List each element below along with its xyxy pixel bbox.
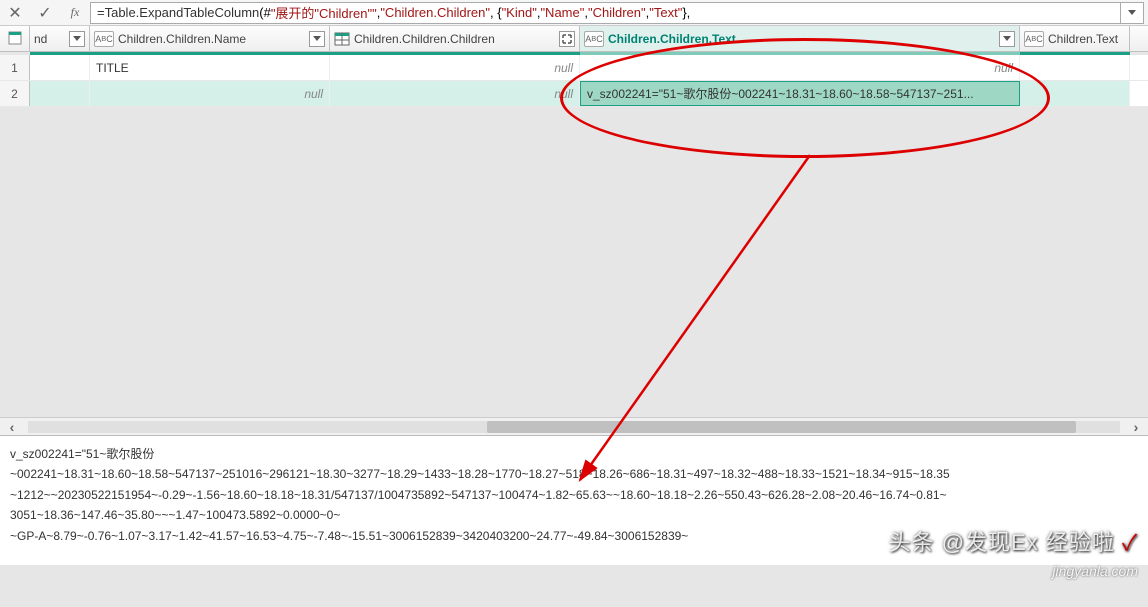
cell[interactable] xyxy=(1020,55,1130,80)
column-header-text[interactable]: ABC Children.Text xyxy=(1020,26,1130,51)
formula-cancel[interactable]: ✕ xyxy=(0,3,30,23)
scroll-track[interactable] xyxy=(28,421,1120,433)
cell[interactable]: TITLE xyxy=(90,55,330,80)
cell[interactable]: null xyxy=(330,81,580,106)
column-header-children-children[interactable]: Children.Children.Children xyxy=(330,26,580,51)
cell[interactable]: null xyxy=(90,81,330,106)
preview-line: ~002241~18.31~18.60~18.58~547137~251016~… xyxy=(10,464,1138,484)
preview-line: ~1212~~20230522151954~-0.29~-1.56~18.60~… xyxy=(10,485,1138,505)
row-number[interactable]: 1 xyxy=(0,55,30,80)
column-expand-button[interactable] xyxy=(559,31,575,47)
scroll-right-arrow[interactable]: › xyxy=(1128,419,1144,435)
chevron-down-icon xyxy=(73,36,81,41)
grid-header-row: nd ABC Children.Children.Name Children.C… xyxy=(0,26,1148,52)
column-filter-dropdown[interactable] xyxy=(999,31,1015,47)
cell[interactable] xyxy=(30,81,90,106)
cell[interactable]: null xyxy=(330,55,580,80)
fx-label: fx xyxy=(60,5,90,20)
chevron-down-icon xyxy=(1128,10,1136,15)
column-header-children-name[interactable]: ABC Children.Children.Name xyxy=(90,26,330,51)
preview-line: v_sz002241="51~歌尔股份 xyxy=(10,444,1138,464)
data-grid: nd ABC Children.Children.Name Children.C… xyxy=(0,26,1148,435)
grid-empty-area xyxy=(0,107,1148,417)
column-filter-dropdown[interactable] xyxy=(69,31,85,47)
column-filter-dropdown[interactable] xyxy=(309,31,325,47)
scroll-thumb[interactable] xyxy=(487,421,1077,433)
watermark: 头条 @发现Ex 经验啦 ✓ xyxy=(889,525,1138,557)
table-type-icon xyxy=(334,31,350,47)
formula-dropdown[interactable] xyxy=(1120,2,1144,24)
column-header-nd[interactable]: nd xyxy=(30,26,90,51)
table-row[interactable]: 1 TITLE null null xyxy=(0,55,1148,81)
column-header-children-text[interactable]: ABC Children.Children.Text xyxy=(580,26,1020,51)
check-icon: ✓ xyxy=(1122,530,1138,555)
watermark-sub: jingyanla.com xyxy=(1052,563,1138,579)
grid-corner[interactable] xyxy=(0,26,30,51)
chevron-down-icon xyxy=(1003,36,1011,41)
scroll-left-arrow[interactable]: ‹ xyxy=(4,419,20,435)
preview-line: 3051~18.36~147.46~35.80~~~1.47~100473.58… xyxy=(10,505,1138,525)
cell-selected[interactable]: v_sz002241="51~歌尔股份~002241~18.31~18.60~1… xyxy=(580,81,1020,106)
formula-input[interactable]: = Table.ExpandTableColumn (# "展开的"Childr… xyxy=(90,2,1121,24)
text-type-icon: ABC xyxy=(584,31,604,47)
text-type-icon: ABC xyxy=(1024,31,1044,47)
chevron-down-icon xyxy=(313,36,321,41)
horizontal-scrollbar[interactable]: ‹ › xyxy=(0,417,1148,435)
text-type-icon: ABC xyxy=(94,31,114,47)
formula-bar: ✕ ✓ fx = Table.ExpandTableColumn (# "展开的… xyxy=(0,0,1148,26)
grid-body: 1 TITLE null null 2 null null v_sz002241… xyxy=(0,55,1148,107)
table-row[interactable]: 2 null null v_sz002241="51~歌尔股份~002241~1… xyxy=(0,81,1148,107)
cell[interactable] xyxy=(1020,81,1130,106)
cell[interactable] xyxy=(30,55,90,80)
formula-confirm[interactable]: ✓ xyxy=(30,3,60,23)
cell[interactable]: null xyxy=(580,55,1020,80)
row-number[interactable]: 2 xyxy=(0,81,30,106)
